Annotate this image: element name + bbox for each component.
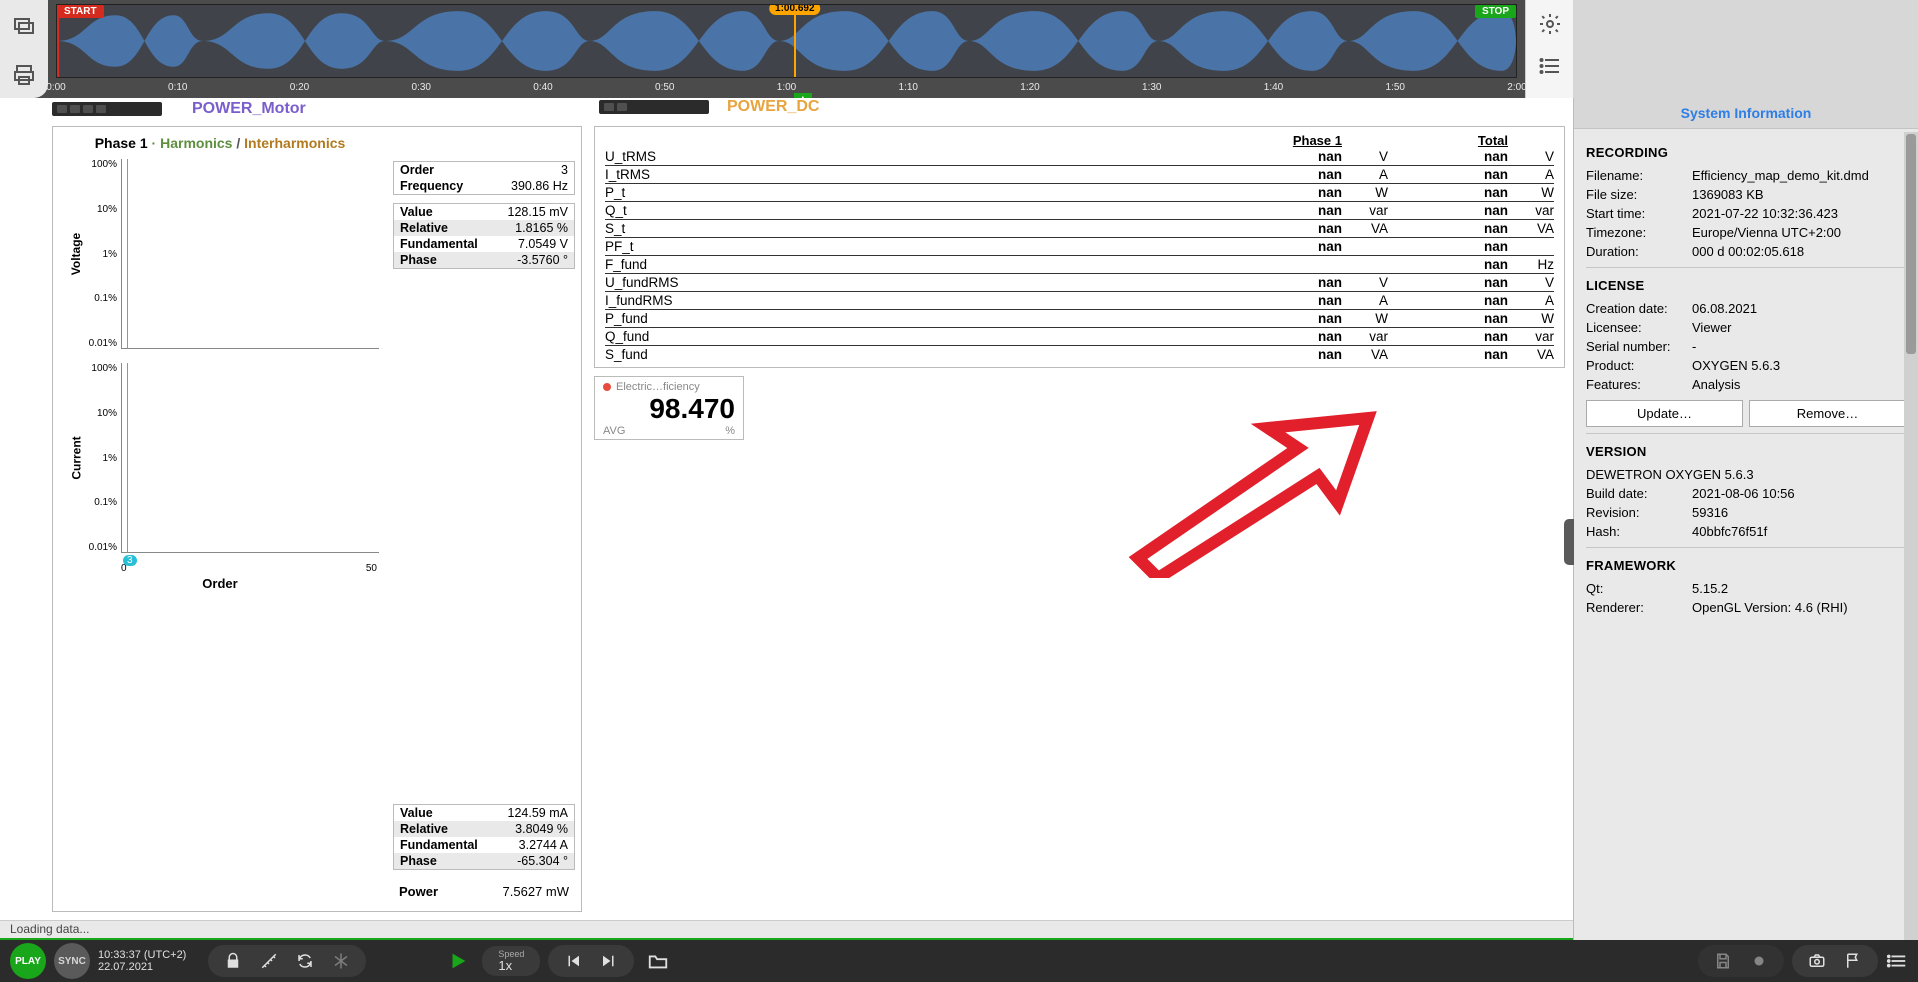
license-update-button[interactable]: Update… <box>1586 400 1743 427</box>
table-row: Q_fundnanvarnanvar <box>605 328 1554 346</box>
ruler-icon[interactable] <box>260 952 278 970</box>
speed-indicator[interactable]: Speed1x <box>482 946 540 976</box>
chart-voltage-harmonics[interactable]: Voltage 100%10%1%0.1%0.01% <box>57 155 383 353</box>
snowflake-icon[interactable] <box>332 952 350 970</box>
skip-start-icon[interactable] <box>564 952 582 970</box>
sidebar-collapse-handle[interactable] <box>1564 519 1574 565</box>
play-button[interactable] <box>442 945 474 977</box>
sidebar-title: System Information <box>1574 98 1918 129</box>
clock: 10:33:37 (UTC+2)22.07.2021 <box>98 949 186 973</box>
system-info-sidebar: System Information RECORDING Filename:Ef… <box>1573 98 1918 940</box>
gear-icon[interactable] <box>1538 12 1562 36</box>
play-mode-button[interactable]: PLAY <box>10 943 46 979</box>
lock-icon[interactable] <box>224 952 242 970</box>
open-folder-button[interactable] <box>642 945 674 977</box>
timeline-stop-marker: STOP <box>1475 5 1516 18</box>
table-row: U_tRMSnanVnanV <box>605 148 1554 166</box>
reload-icon[interactable] <box>296 952 314 970</box>
menu-icon[interactable] <box>1886 950 1908 972</box>
status-bar: Loading data... <box>0 920 1573 940</box>
timeline-cursor[interactable]: 1:00.692 <box>794 5 796 77</box>
panel-selector-motor[interactable] <box>52 102 162 116</box>
table-row: P_fundnanWnanW <box>605 310 1554 328</box>
chart-current-harmonics[interactable]: Current 100%10%1%0.1%0.01% 3 <box>57 359 383 557</box>
camera-icon[interactable] <box>1808 952 1826 970</box>
panel-title-dc: POWER_DC <box>727 98 819 116</box>
sync-button[interactable]: SYNC <box>54 943 90 979</box>
order-cursor-badge: 3 <box>123 555 137 566</box>
order-info-block: Order3 Frequency390.86 Hz <box>393 161 575 195</box>
waveform <box>57 5 1516 77</box>
timeline[interactable]: START STOP 1:00.692 0:000:100:200:300:40… <box>48 0 1525 98</box>
sidebar-scrollbar[interactable] <box>1904 132 1918 940</box>
timeline-start-marker: START <box>57 5 104 18</box>
list-icon[interactable] <box>1538 54 1562 78</box>
player-bar: PLAY SYNC 10:33:37 (UTC+2)22.07.2021 Spe… <box>0 940 1918 982</box>
table-row: F_fundnanHz <box>605 256 1554 274</box>
efficiency-card: Electric…ficiency 98.470 AVG% <box>594 376 744 440</box>
print-icon[interactable] <box>12 63 36 90</box>
table-row: P_tnanWnanW <box>605 184 1554 202</box>
flag-icon[interactable] <box>1844 952 1862 970</box>
table-row: Q_tnanvarnanvar <box>605 202 1554 220</box>
windows-icon[interactable] <box>12 14 36 41</box>
panel-power-dc-table: Phase 1 Total U_tRMSnanVnanVI_tRMSnanAna… <box>594 126 1565 368</box>
skip-end-icon[interactable] <box>600 952 618 970</box>
table-row: S_fundnanVAnanVA <box>605 346 1554 363</box>
panel-power-motor: Phase 1 · Harmonics / Interharmonics Vol… <box>52 126 582 912</box>
table-row: I_tRMSnanAnanA <box>605 166 1554 184</box>
record-icon[interactable] <box>1750 952 1768 970</box>
table-row: U_fundRMSnanVnanV <box>605 274 1554 292</box>
current-info-block: Value124.59 mA Relative3.8049 % Fundamen… <box>393 804 575 870</box>
table-row: S_tnanVAnanVA <box>605 220 1554 238</box>
table-row: I_fundRMSnanAnanA <box>605 292 1554 310</box>
panel-selector-dc[interactable] <box>599 100 709 114</box>
license-remove-button[interactable]: Remove… <box>1749 400 1906 427</box>
table-row: PF_tnannan <box>605 238 1554 256</box>
voltage-info-block: Value128.15 mV Relative1.8165 % Fundamen… <box>393 203 575 269</box>
panel-title-motor: POWER_Motor <box>192 100 306 118</box>
save-icon[interactable] <box>1714 952 1732 970</box>
